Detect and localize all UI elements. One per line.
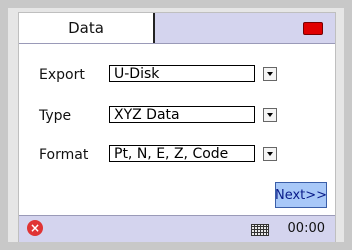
- export-label: Export: [39, 67, 85, 83]
- type-select[interactable]: XYZ Data: [109, 106, 255, 123]
- export-select[interactable]: U-Disk: [109, 65, 255, 82]
- keyboard-icon[interactable]: [251, 224, 269, 236]
- status-bar: × 00:00: [19, 215, 335, 242]
- title-bar: Data: [19, 13, 335, 44]
- format-dropdown-button[interactable]: [263, 147, 277, 161]
- close-icon[interactable]: ×: [27, 220, 43, 236]
- chevron-down-icon: [267, 113, 273, 117]
- clock: 00:00: [287, 221, 325, 236]
- format-select[interactable]: Pt, N, E, Z, Code: [109, 145, 255, 162]
- format-label: Format: [39, 147, 89, 163]
- battery-icon: [303, 22, 323, 35]
- type-dropdown-button[interactable]: [263, 108, 277, 122]
- chevron-down-icon: [267, 72, 273, 76]
- type-label: Type: [39, 108, 72, 124]
- next-button[interactable]: Next>>: [275, 182, 327, 208]
- page-title: Data: [19, 13, 155, 43]
- chevron-down-icon: [267, 152, 273, 156]
- export-dropdown-button[interactable]: [263, 67, 277, 81]
- screen: Data Export U-Disk Type XYZ Data Format …: [18, 12, 336, 242]
